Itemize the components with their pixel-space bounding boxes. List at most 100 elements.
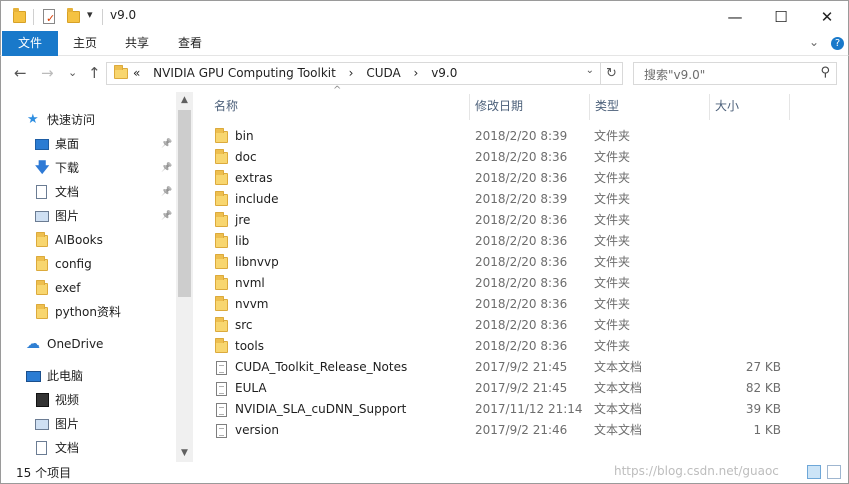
expand-ribbon-icon[interactable]: ⌄ [809,35,819,49]
column-divider[interactable] [589,94,590,120]
sidebar-item-pc-pictures[interactable]: 图片 [1,412,176,436]
folder-icon [215,275,228,290]
tab-home[interactable]: 主页 [65,31,105,56]
sidebar-item-videos[interactable]: 视频 [1,388,176,412]
folder-row[interactable]: extras 2018/2/20 8:36 文件夹 [205,168,825,189]
navigation-pane: ★ 快速访问 桌面 📌 🡇 下载 📌 文档 📌 图片 📌 AIBooks con… [1,92,192,462]
column-header-type[interactable]: 类型 [595,92,709,122]
folder-row[interactable]: libnvvp 2018/2/20 8:36 文件夹 [205,252,825,273]
folder-row[interactable]: include 2018/2/20 8:39 文件夹 [205,189,825,210]
maximize-button[interactable]: ☐ [758,1,804,32]
sidebar-item-quick-access[interactable]: ★ 快速访问 [1,108,176,132]
scroll-up-arrow-icon[interactable]: ▲ [176,92,193,109]
breadcrumb-item[interactable]: CUDA [366,66,400,80]
tab-share[interactable]: 共享 [117,31,157,56]
sidebar-item-label: 图片 [55,417,80,431]
file-type: 文件夹 [594,234,631,248]
sidebar-item-config[interactable]: config [1,252,176,276]
tab-file[interactable]: 文件 [2,31,58,56]
desktop-icon [35,139,49,150]
folder-row[interactable]: bin 2018/2/20 8:39 文件夹 [205,126,825,147]
sidebar-scrollbar[interactable]: ▲ ▼ [176,92,193,462]
back-button[interactable]: ← [14,64,27,82]
file-type: 文本文档 [594,423,643,437]
sidebar-item-label: 此电脑 [47,369,84,383]
folder-icon [215,317,228,332]
sidebar-item-documents[interactable]: 文档 📌 [1,180,176,204]
recent-locations-button[interactable]: ⌄ [68,66,77,79]
close-button[interactable]: ✕ [804,1,849,32]
file-type: 文本文档 [594,402,643,416]
breadcrumb-item[interactable]: NVIDIA GPU Computing Toolkit [153,66,336,80]
search-icon[interactable]: ⚲ [820,65,830,80]
pictures-icon [35,419,49,430]
text-file-icon [216,382,227,396]
sidebar-item-pc-documents[interactable]: 文档 [1,436,176,460]
folder-row[interactable]: jre 2018/2/20 8:36 文件夹 [205,210,825,231]
folder-row[interactable]: tools 2018/2/20 8:36 文件夹 [205,336,825,357]
file-name: jre [235,213,251,227]
folder-icon [215,170,228,185]
customize-toolbar-dropdown[interactable]: ▾ [87,8,93,26]
folder-row[interactable]: lib 2018/2/20 8:36 文件夹 [205,231,825,252]
sidebar-item-label: 图片 [55,209,80,223]
address-dropdown-icon[interactable]: ⌄ [586,65,594,76]
file-row[interactable]: version 2017/9/2 21:46 文本文档 1 KB [205,420,825,441]
forward-button[interactable]: → [41,64,54,82]
folder-icon [215,191,228,206]
file-row[interactable]: CUDA_Toolkit_Release_Notes 2017/9/2 21:45… [205,357,825,378]
column-header-name[interactable]: 名称 [214,92,469,122]
sidebar-item-onedrive[interactable]: ☁ OneDrive [1,332,176,356]
breadcrumb-separator[interactable]: › [349,66,354,80]
file-name: include [235,192,279,206]
file-date: 2017/9/2 21:45 [475,381,568,395]
file-row[interactable]: EULA 2017/9/2 21:45 文本文档 82 KB [205,378,825,399]
sidebar-item-exef[interactable]: exef [1,276,176,300]
sidebar-item-pictures[interactable]: 图片 📌 [1,204,176,228]
file-type: 文件夹 [594,255,631,269]
large-icons-view-icon[interactable] [827,465,841,479]
toolbar-separator [102,9,103,25]
file-date: 2018/2/20 8:36 [475,213,568,227]
breadcrumb-overflow[interactable]: « [133,66,140,80]
title-bar: ✓ ▾ v9.0 — ☐ ✕ [0,0,849,31]
sidebar-item-aibooks[interactable]: AIBooks [1,228,176,252]
sidebar-item-downloads[interactable]: 🡇 下载 📌 [1,156,176,180]
scrollbar-thumb[interactable] [178,110,191,297]
address-bar[interactable]: « NVIDIA GPU Computing Toolkit › CUDA › … [106,62,623,85]
file-name: bin [235,129,254,143]
help-icon[interactable]: ? [831,37,844,50]
file-date: 2017/9/2 21:45 [475,360,568,374]
download-icon: 🡇 [35,160,50,176]
file-row[interactable]: NVIDIA_SLA_cuDNN_Support 2017/11/12 21:14… [205,399,825,420]
folder-row[interactable]: src 2018/2/20 8:36 文件夹 [205,315,825,336]
folder-row[interactable]: nvml 2018/2/20 8:36 文件夹 [205,273,825,294]
breadcrumb-separator[interactable]: › [414,66,419,80]
file-type: 文件夹 [594,318,631,332]
tab-view[interactable]: 查看 [170,31,210,56]
sidebar-item-this-pc[interactable]: 此电脑 [1,364,176,388]
column-divider[interactable] [789,94,790,120]
column-header-size[interactable]: 大小 [715,92,789,122]
details-view-icon[interactable] [807,465,821,479]
column-header-date[interactable]: 修改日期 [475,92,589,122]
breadcrumb-item[interactable]: v9.0 [431,66,457,80]
refresh-button[interactable]: ↻ [600,63,622,84]
folder-row[interactable]: nvvm 2018/2/20 8:36 文件夹 [205,294,825,315]
scroll-down-arrow-icon[interactable]: ▼ [176,445,193,462]
column-divider[interactable] [469,94,470,120]
column-divider[interactable] [709,94,710,120]
sidebar-item-label: 快速访问 [47,113,96,127]
sidebar-item-desktop[interactable]: 桌面 📌 [1,132,176,156]
computer-icon [26,371,41,382]
folder-icon [36,256,48,271]
file-name: libnvvp [235,255,279,269]
folder-icon [215,128,228,143]
search-box[interactable]: 搜索"v9.0" ⚲ [633,62,837,85]
folder-icon [215,233,228,248]
minimize-button[interactable]: — [712,1,758,32]
folder-icon [215,254,228,269]
sidebar-item-python-materials[interactable]: python资料 [1,300,176,324]
folder-row[interactable]: doc 2018/2/20 8:36 文件夹 [205,147,825,168]
up-button[interactable]: ↑ [88,64,101,82]
